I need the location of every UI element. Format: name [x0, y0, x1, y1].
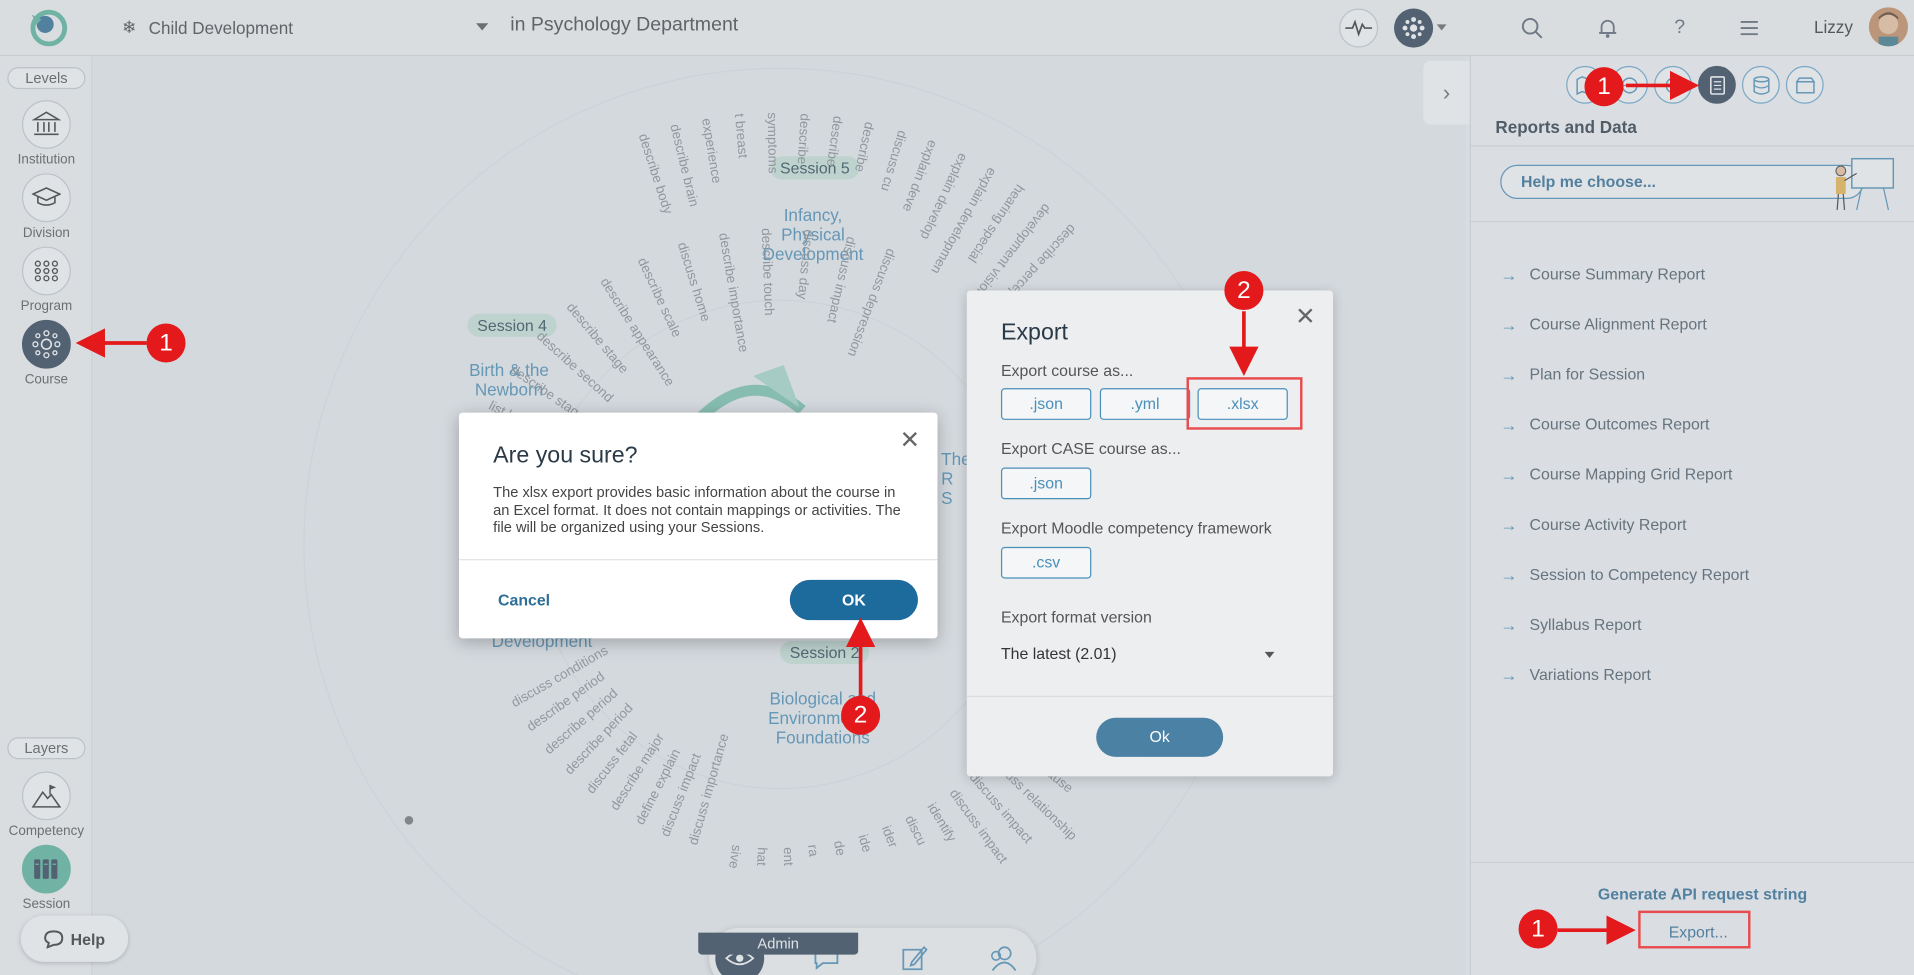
export-ok-button[interactable]: Ok [1096, 717, 1224, 757]
export-yml-button[interactable]: .yml [1099, 388, 1191, 420]
dialog-message: The xlsx export provides basic informati… [493, 483, 901, 536]
annotation-step-marker: 2 [1224, 270, 1264, 311]
dialog-title: Export [1000, 319, 1069, 346]
annotation-step-marker: 1 [1584, 67, 1624, 107]
export-csv-button[interactable]: .csv [1000, 546, 1092, 579]
annotation-step-marker: 1 [1518, 909, 1558, 949]
export-case-label: Export CASE course as... [1000, 439, 1181, 458]
annotation-highlight-box [1638, 910, 1751, 949]
close-icon[interactable]: ✕ [1295, 305, 1315, 329]
app-screen: ❄ Child Development in Psychology Depart… [0, 0, 1914, 975]
close-icon[interactable]: ✕ [900, 428, 920, 452]
export-course-label: Export course as... [1000, 361, 1134, 380]
divider [458, 559, 938, 561]
ok-button[interactable]: OK [789, 579, 918, 621]
annotation-highlight-box [1186, 377, 1303, 430]
export-case-json-button[interactable]: .json [1000, 467, 1092, 500]
annotation-step-marker: 2 [841, 695, 881, 735]
chevron-down-icon[interactable] [1264, 651, 1275, 658]
annotation-step-marker: 1 [146, 323, 186, 363]
version-select[interactable]: The latest (2.01) [1001, 641, 1277, 668]
divider [966, 695, 1334, 698]
confirm-dialog: Are you sure? ✕ The xlsx export provides… [458, 412, 938, 639]
dialog-title: Are you sure? [493, 443, 638, 469]
cancel-button[interactable]: Cancel [498, 591, 550, 609]
export-dialog: Export ✕ Export course as... .json .yml … [966, 290, 1334, 777]
export-moodle-label: Export Moodle competency framework [1000, 518, 1272, 538]
modal-backdrop [0, 0, 1914, 975]
export-json-button[interactable]: .json [1000, 388, 1092, 420]
export-version-label: Export format version [1000, 607, 1152, 627]
